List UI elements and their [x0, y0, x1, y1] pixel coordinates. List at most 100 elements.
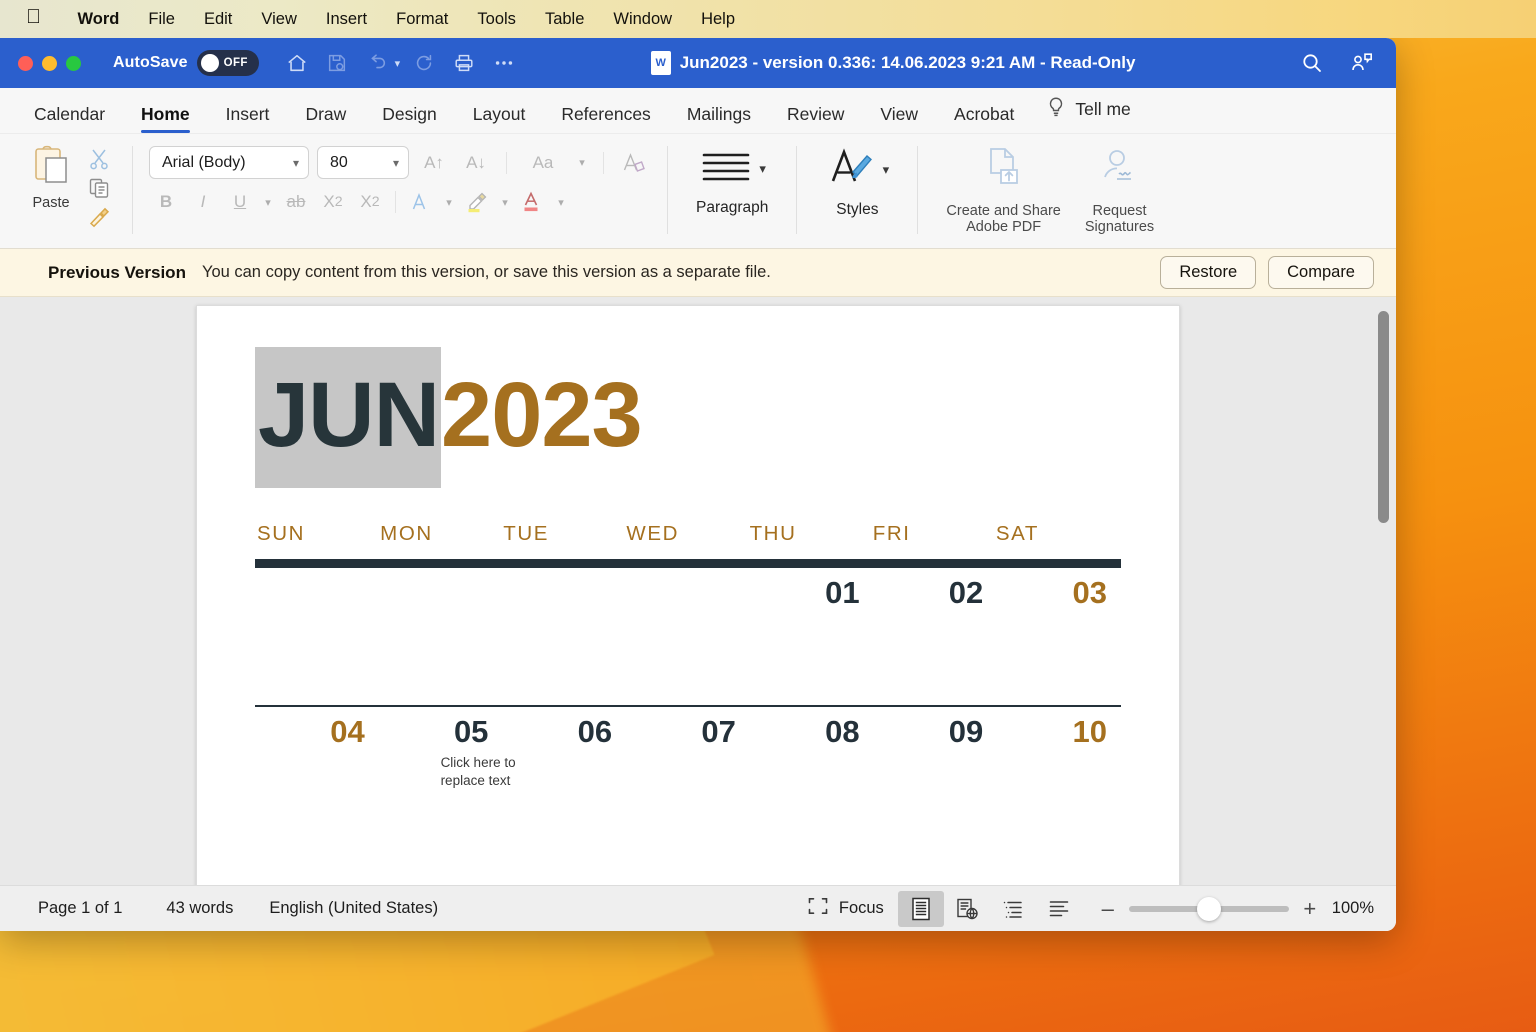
tell-me-button[interactable]: Tell me [1032, 96, 1140, 133]
menu-item-edit[interactable]: Edit [189, 10, 246, 29]
calendar-day-cell[interactable]: 06 [502, 716, 626, 844]
calendar-day-cell[interactable] [255, 577, 379, 705]
menu-item-table[interactable]: Table [530, 10, 598, 29]
text-effects-icon[interactable] [404, 187, 438, 217]
menu-item-view[interactable]: View [247, 10, 311, 29]
tab-review[interactable]: Review [769, 105, 862, 134]
paragraph-button[interactable]: ▾ Paragraph [684, 140, 780, 216]
calendar-day-cell[interactable]: 05 Click here to replace text [379, 716, 516, 844]
search-icon[interactable] [1294, 46, 1330, 80]
grow-font-icon[interactable]: A↑ [417, 148, 451, 178]
adobe-pdf-label-line1: Create and Share [946, 203, 1061, 219]
paste-button[interactable]: Paste [20, 140, 82, 211]
maximize-button[interactable] [66, 55, 81, 71]
chevron-down-icon[interactable]: ▾ [497, 196, 513, 209]
chevron-down-icon[interactable]: ▾ [553, 196, 569, 209]
strikethrough-icon[interactable]: ab [279, 187, 313, 217]
scrollbar-thumb[interactable] [1378, 311, 1389, 523]
collaborate-icon[interactable] [1344, 46, 1380, 80]
minimize-button[interactable] [42, 55, 57, 71]
chevron-down-icon[interactable]: ▾ [441, 196, 457, 209]
page-info[interactable]: Page 1 of 1 [38, 899, 122, 918]
italic-icon[interactable]: I [186, 187, 220, 217]
tab-draw[interactable]: Draw [287, 105, 364, 134]
format-painter-icon[interactable] [82, 203, 116, 231]
calendar-title[interactable]: JUN2023 [255, 347, 1121, 488]
font-family-select[interactable]: Arial (Body) ▾ [149, 146, 309, 179]
tab-layout[interactable]: Layout [455, 105, 544, 134]
calendar-day-cell[interactable]: 03 [997, 577, 1121, 705]
zoom-level[interactable]: 100% [1332, 899, 1374, 918]
calendar-day-cell[interactable] [626, 577, 750, 705]
apple-icon[interactable]:  [26, 7, 41, 27]
restore-button[interactable]: Restore [1160, 256, 1257, 289]
underline-icon[interactable]: U [223, 187, 257, 217]
tab-design[interactable]: Design [364, 105, 454, 134]
highlight-color-icon[interactable] [460, 187, 494, 217]
menu-item-window[interactable]: Window [599, 10, 687, 29]
tab-acrobat[interactable]: Acrobat [936, 105, 1032, 134]
menu-item-insert[interactable]: Insert [311, 10, 381, 29]
tab-insert[interactable]: Insert [208, 105, 288, 134]
calendar-day-cell[interactable]: 10 [997, 716, 1121, 844]
menu-item-format[interactable]: Format [382, 10, 463, 29]
redo-icon[interactable] [406, 46, 442, 80]
print-layout-view-button[interactable] [897, 890, 944, 927]
focus-button[interactable]: Focus [793, 896, 898, 921]
calendar-day-cell[interactable]: 08 [750, 716, 874, 844]
zoom-slider-handle[interactable] [1196, 896, 1221, 921]
menu-item-file[interactable]: File [134, 10, 190, 29]
bold-icon[interactable]: B [149, 187, 183, 217]
document-page[interactable]: JUN2023 SUN MON TUE WED THU FRI SAT 01 0… [196, 305, 1180, 885]
superscript-icon[interactable]: X2 [353, 187, 387, 217]
copy-icon[interactable] [82, 174, 116, 202]
create-share-adobe-pdf-button[interactable]: Create and Share Adobe PDF [934, 140, 1072, 235]
tab-view[interactable]: View [862, 105, 936, 134]
zoom-in-button[interactable]: + [1302, 897, 1318, 920]
tab-mailings[interactable]: Mailings [669, 105, 769, 134]
home-icon[interactable] [279, 46, 315, 80]
tab-home[interactable]: Home [123, 105, 208, 134]
undo-icon[interactable] [359, 46, 395, 80]
cut-icon[interactable] [82, 145, 116, 173]
web-layout-view-button[interactable] [944, 891, 990, 927]
calendar-day-cell[interactable]: 02 [874, 577, 998, 705]
menu-item-word[interactable]: Word [63, 10, 134, 29]
outline-view-button[interactable] [990, 891, 1036, 927]
subscript-icon[interactable]: X2 [316, 187, 350, 217]
undo-chevron-down-icon[interactable]: ▾ [395, 57, 401, 70]
shrink-font-icon[interactable]: A↓ [459, 148, 493, 178]
draft-view-button[interactable] [1036, 891, 1082, 927]
calendar-day-cell[interactable]: 07 [626, 716, 750, 844]
compare-button[interactable]: Compare [1268, 256, 1374, 289]
font-size-select[interactable]: 80 ▾ [317, 146, 409, 179]
language-indicator[interactable]: English (United States) [269, 899, 438, 918]
styles-button[interactable]: ▾ Styles [813, 140, 901, 218]
close-button[interactable] [18, 55, 33, 71]
zoom-control[interactable]: – + [1100, 896, 1318, 921]
request-signatures-button[interactable]: Request Signatures [1073, 140, 1166, 235]
zoom-slider[interactable] [1128, 896, 1289, 921]
chevron-down-icon[interactable]: ▾ [260, 196, 276, 209]
change-case-icon[interactable]: Aa [520, 148, 566, 178]
calendar-day-cell[interactable]: 04 [255, 716, 379, 844]
clear-formatting-icon[interactable] [617, 148, 651, 178]
print-icon[interactable] [446, 46, 482, 80]
tab-references[interactable]: References [543, 105, 669, 134]
vertical-scrollbar[interactable] [1377, 303, 1390, 879]
save-icon[interactable] [319, 46, 355, 80]
calendar-day-cell[interactable] [502, 577, 626, 705]
calendar-day-cell[interactable] [379, 577, 503, 705]
word-count[interactable]: 43 words [166, 899, 233, 918]
calendar-day-cell[interactable]: 09 [874, 716, 998, 844]
zoom-out-button[interactable]: – [1100, 897, 1116, 920]
document-canvas[interactable]: JUN2023 SUN MON TUE WED THU FRI SAT 01 0… [0, 297, 1396, 885]
font-color-icon[interactable] [516, 187, 550, 217]
calendar-day-cell[interactable]: 01 [750, 577, 874, 705]
menu-item-help[interactable]: Help [687, 10, 750, 29]
autosave-control[interactable]: AutoSave OFF [113, 50, 259, 76]
menu-item-tools[interactable]: Tools [463, 10, 531, 29]
tab-calendar[interactable]: Calendar [16, 105, 123, 134]
chevron-down-icon[interactable]: ▾ [574, 156, 590, 169]
autosave-toggle[interactable]: OFF [196, 50, 259, 76]
